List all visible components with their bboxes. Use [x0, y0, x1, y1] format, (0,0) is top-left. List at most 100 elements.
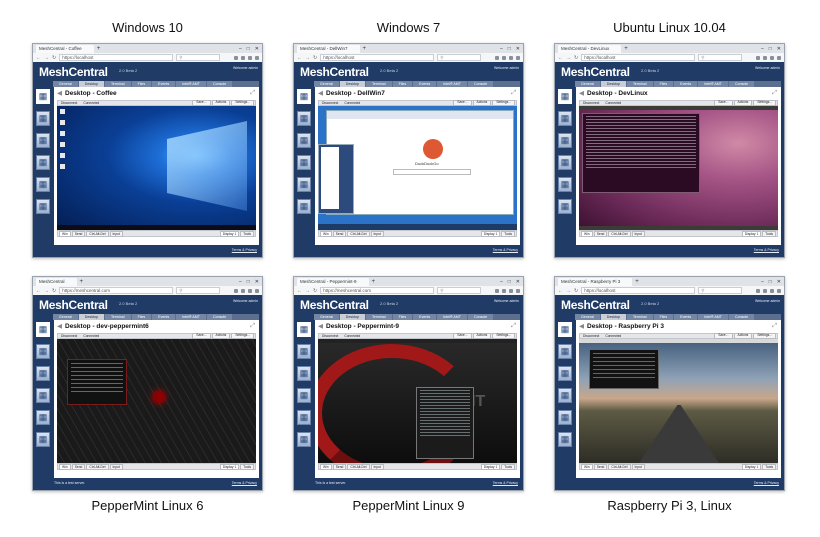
send-button[interactable]: Send	[332, 463, 347, 470]
maximize-icon[interactable]: □	[247, 46, 250, 52]
addon-icon[interactable]	[509, 55, 513, 60]
settings-button[interactable]: Settings...	[231, 100, 254, 106]
sidebar-admin-icon[interactable]: ▦	[297, 432, 311, 447]
ctrl-alt-del-button[interactable]: Ctrl-Alt-Del	[347, 463, 370, 470]
sidebar-desktop-icon[interactable]: ▦	[558, 89, 572, 104]
browser-search-box[interactable]: ⚲	[176, 54, 221, 61]
back-icon[interactable]: ←	[36, 55, 41, 61]
back-arrow-icon[interactable]: ◀	[318, 323, 323, 330]
address-bar[interactable]: https://localhost	[59, 54, 174, 61]
actions-button[interactable]: Actions	[472, 333, 492, 339]
terms-link[interactable]: Terms & Privacy	[493, 248, 518, 252]
address-bar[interactable]: https://localhost	[581, 54, 696, 61]
remote-screen[interactable]	[579, 106, 778, 230]
browser-tab[interactable]: MeshCentral	[36, 277, 77, 286]
sidebar-user-icon[interactable]: ▦	[36, 155, 50, 170]
back-icon[interactable]: ←	[36, 288, 41, 294]
menu-icon[interactable]	[255, 55, 259, 60]
back-icon[interactable]: ←	[558, 288, 563, 294]
back-icon[interactable]: ←	[297, 288, 302, 294]
disconnect-button[interactable]: Disconnect	[580, 334, 602, 338]
close-icon[interactable]: ✕	[516, 279, 520, 285]
sidebar-desktop-icon[interactable]: ▦	[36, 89, 50, 104]
back-arrow-icon[interactable]: ◀	[57, 323, 62, 330]
sidebar-user-icon[interactable]: ▦	[558, 155, 572, 170]
display-select[interactable]: Display 1	[741, 230, 762, 237]
key-select[interactable]: Win	[59, 230, 71, 237]
library-icon[interactable]	[234, 288, 238, 293]
send-button[interactable]: Send	[71, 230, 86, 237]
minimize-icon[interactable]: –	[500, 279, 503, 285]
save-button[interactable]: Save...	[192, 100, 211, 106]
address-bar[interactable]: https://localhost	[581, 287, 696, 294]
sidebar-devices-icon[interactable]: ▦	[558, 344, 572, 359]
forward-icon[interactable]: →	[305, 55, 310, 61]
remote-screen[interactable]	[57, 106, 256, 230]
fullscreen-icon[interactable]: ⤢	[511, 323, 516, 330]
save-button[interactable]: Save...	[453, 333, 472, 339]
forward-icon[interactable]: →	[566, 288, 571, 294]
addon-icon[interactable]	[509, 288, 513, 293]
minimize-icon[interactable]: –	[239, 46, 242, 52]
display-select[interactable]: Display 1	[480, 463, 501, 470]
library-icon[interactable]	[234, 55, 238, 60]
sidebar-group-icon[interactable]: ▦	[36, 410, 50, 425]
settings-button[interactable]: Settings...	[753, 100, 776, 106]
maximize-icon[interactable]: □	[769, 279, 772, 285]
browser-tab[interactable]: MeshCentral - DellWin7	[297, 44, 360, 53]
back-icon[interactable]: ←	[297, 55, 302, 61]
sidebar-admin-icon[interactable]: ▦	[558, 199, 572, 214]
disconnect-button[interactable]: Disconnect	[58, 334, 80, 338]
menu-icon[interactable]	[516, 55, 520, 60]
sidebar-toggle-icon[interactable]	[241, 288, 245, 293]
actions-button[interactable]: Actions	[472, 100, 492, 106]
ctrl-alt-del-button[interactable]: Ctrl-Alt-Del	[608, 230, 631, 237]
terms-link[interactable]: Terms & Privacy	[493, 481, 518, 485]
forward-icon[interactable]: →	[566, 55, 571, 61]
back-icon[interactable]: ←	[558, 55, 563, 61]
display-select[interactable]: Display 1	[480, 230, 501, 237]
close-icon[interactable]: ✕	[777, 46, 781, 52]
sidebar-desktop-icon[interactable]: ▦	[297, 322, 311, 337]
disconnect-button[interactable]: Disconnect	[319, 101, 341, 105]
browser-search-box[interactable]: ⚲	[176, 287, 221, 294]
ctrl-alt-del-button[interactable]: Ctrl-Alt-Del	[86, 230, 109, 237]
sidebar-users-icon[interactable]: ▦	[558, 133, 572, 148]
library-icon[interactable]	[495, 55, 499, 60]
library-icon[interactable]	[756, 55, 760, 60]
reload-icon[interactable]: ↻	[313, 288, 317, 294]
new-tab-icon[interactable]: +	[80, 279, 84, 285]
browser-search-box[interactable]: ⚲	[437, 54, 482, 61]
forward-icon[interactable]: →	[44, 288, 49, 294]
sidebar-desktop-icon[interactable]: ▦	[558, 322, 572, 337]
maximize-icon[interactable]: □	[508, 46, 511, 52]
address-bar[interactable]: https://meshcentral.com	[320, 287, 435, 294]
sidebar-toggle-icon[interactable]	[241, 55, 245, 60]
new-tab-icon[interactable]: +	[624, 46, 628, 52]
input-toggle[interactable]: Input	[370, 230, 384, 237]
fullscreen-icon[interactable]: ⤢	[511, 90, 516, 97]
sidebar-group-icon[interactable]: ▦	[558, 177, 572, 192]
sidebar-desktop-icon[interactable]: ▦	[36, 322, 50, 337]
fullscreen-icon[interactable]: ⤢	[250, 323, 255, 330]
close-icon[interactable]: ✕	[255, 46, 259, 52]
sidebar-admin-icon[interactable]: ▦	[297, 199, 311, 214]
tools-button[interactable]: Tools	[501, 463, 515, 470]
browser-search-box[interactable]: ⚲	[698, 54, 743, 61]
terms-link[interactable]: Terms & Privacy	[754, 248, 779, 252]
actions-button[interactable]: Actions	[211, 100, 231, 106]
addon-icon[interactable]	[248, 55, 252, 60]
send-button[interactable]: Send	[593, 463, 608, 470]
new-tab-icon[interactable]: +	[635, 279, 639, 285]
new-tab-icon[interactable]: +	[372, 279, 376, 285]
input-toggle[interactable]: Input	[109, 463, 123, 470]
menu-icon[interactable]	[516, 288, 520, 293]
remote-screen[interactable]: DuckDuckGo	[318, 106, 517, 230]
remote-screen[interactable]: NT	[318, 339, 517, 463]
sidebar-toggle-icon[interactable]	[763, 55, 767, 60]
input-toggle[interactable]: Input	[370, 463, 384, 470]
sidebar-desktop-icon[interactable]: ▦	[297, 89, 311, 104]
disconnect-button[interactable]: Disconnect	[580, 101, 602, 105]
reload-icon[interactable]: ↻	[52, 288, 56, 294]
tools-button[interactable]: Tools	[240, 230, 254, 237]
